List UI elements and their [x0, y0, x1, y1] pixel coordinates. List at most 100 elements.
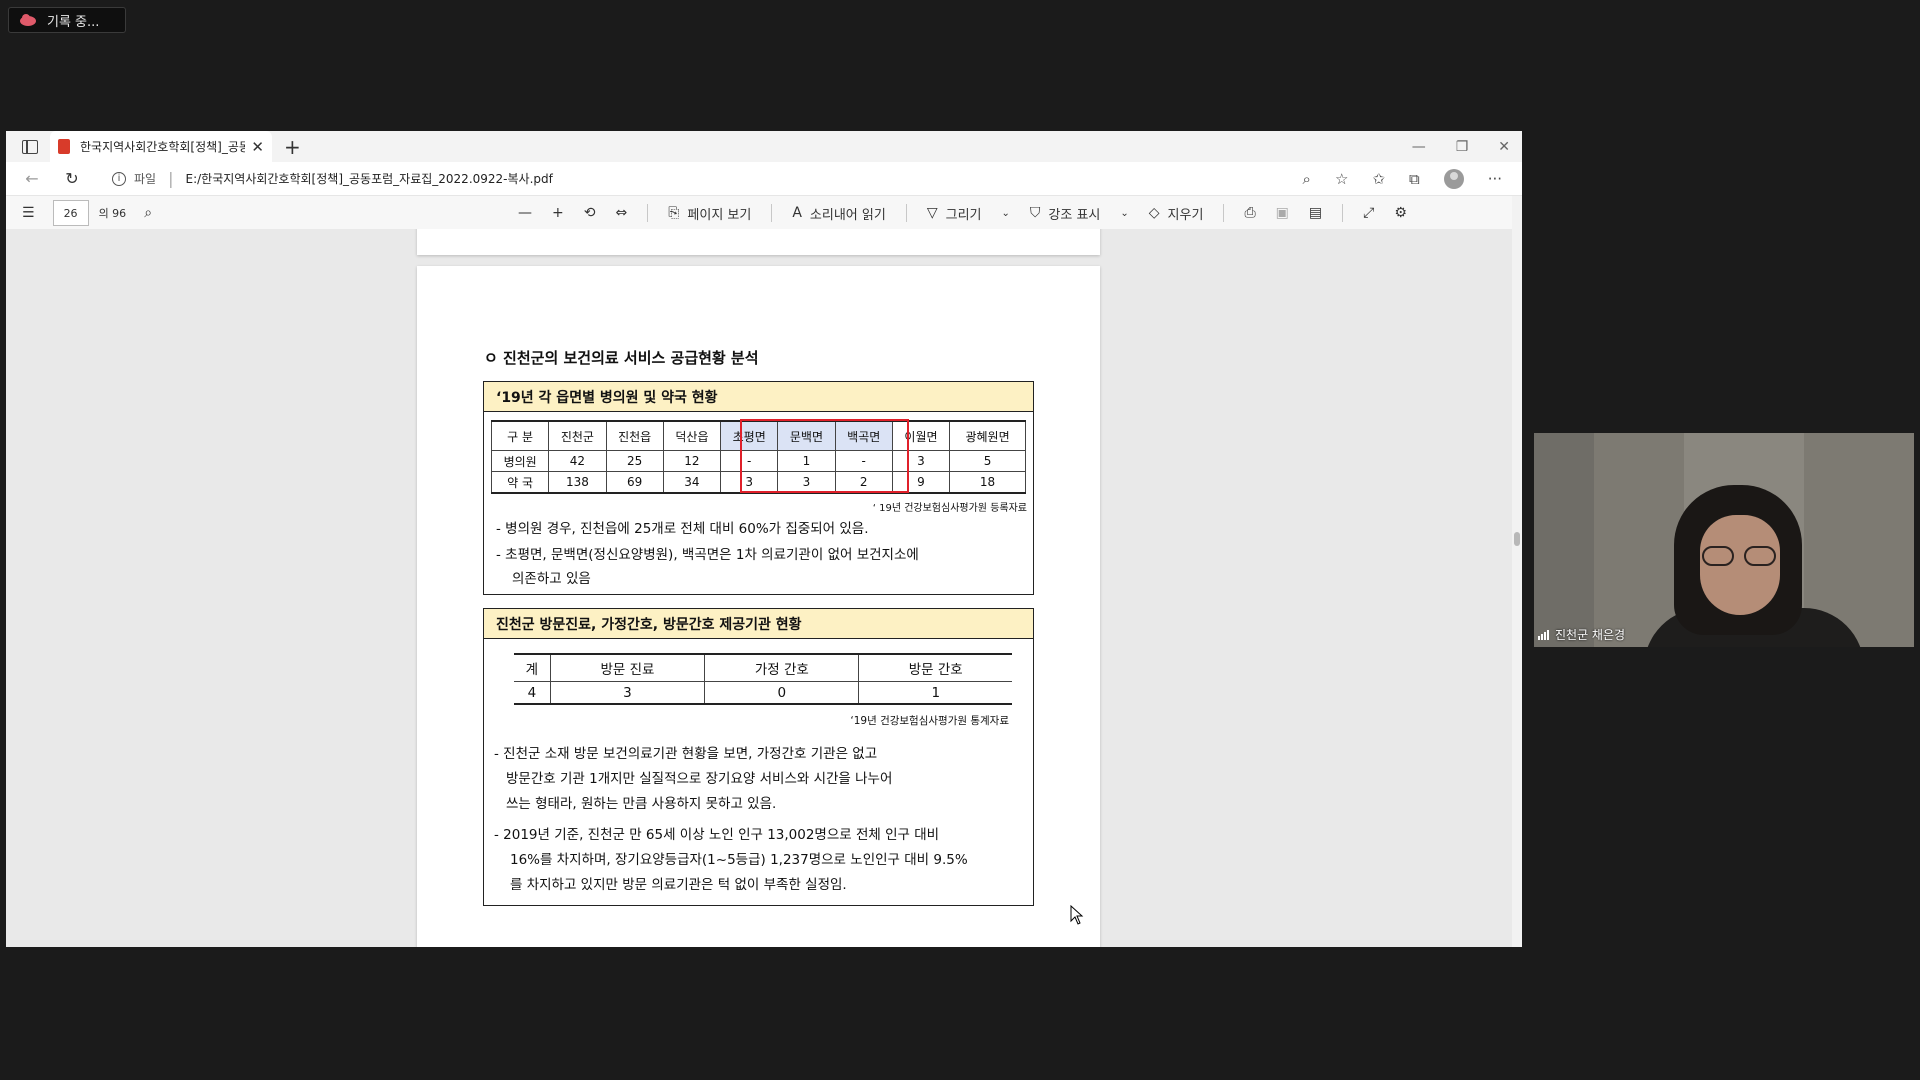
read-aloud-icon: A — [792, 205, 802, 221]
table-cell: 34 — [662, 471, 722, 494]
paragraph-line: 를 차지하고 있지만 방문 의료기관은 턱 없이 부족한 실정임. — [510, 877, 847, 893]
table-cell: 5 — [949, 450, 1026, 472]
draw-icon: ▽ — [926, 205, 938, 221]
highlight-button[interactable]: ⛉ 강조 표시 ⌄ — [1030, 204, 1129, 223]
table-header: 가정 간호 — [704, 653, 860, 682]
more-icon[interactable]: ··· — [1488, 170, 1502, 188]
table-header: 구 분 — [490, 420, 550, 451]
recording-indicator[interactable]: 기록 중... — [8, 7, 126, 33]
address-bar: ← ↻ i 파일 | E:/한국지역사회간호학회[정책]_공동포럼_자료집_20… — [6, 162, 1522, 196]
chevron-down-icon[interactable]: ⌄ — [1002, 208, 1010, 219]
participant-video[interactable]: 진천군 채은경 — [1534, 433, 1914, 647]
highlight-icon: ⛉ — [1029, 205, 1041, 221]
new-tab-icon[interactable]: + — [284, 137, 301, 157]
close-tab-icon[interactable]: ✕ — [251, 138, 264, 156]
browser-window: 한국지역사회간호학회[정책]_공동 ✕ + — ❐ ✕ ← ↻ i 파일 | E… — [6, 131, 1522, 947]
zoom-in-button[interactable]: + — [552, 205, 564, 221]
pdf-tools: — + ⟲ ⇔ ⎘ 페이지 보기 A 소리내어 읽기 ▽ 그리기 ⌄ ⛉ 강조 표시 ⌄ ◇… — [518, 196, 1427, 230]
table-cell: 69 — [605, 471, 664, 494]
pdf-viewer[interactable]: ㅇ 진천군의 보건의료 서비스 공급현황 분석 ‘19년 각 읍면별 병의원 및… — [6, 229, 1512, 947]
print-icon: ⎙ — [1244, 205, 1256, 221]
table-header: 문백면 — [777, 420, 836, 451]
vertical-tabs-icon[interactable] — [22, 139, 38, 154]
erase-button[interactable]: ◇ 지우기 — [1149, 204, 1204, 223]
table-cell: 약 국 — [490, 471, 550, 494]
profile-avatar[interactable] — [1443, 168, 1464, 189]
paragraph-line: - 진천군 소재 방문 보건의료기관 현황을 보면, 가정간호 기관은 없고 — [494, 746, 878, 762]
vertical-scrollbar[interactable] — [1512, 196, 1522, 947]
table-row: 병의원 42 25 12 - 1 - 3 5 — [490, 450, 1026, 472]
table-cell: 3 — [891, 450, 951, 472]
page-number-input[interactable]: 26 — [52, 200, 89, 226]
table-cell: - — [834, 450, 893, 472]
table-header: 이월면 — [891, 420, 951, 451]
chevron-down-icon[interactable]: ⌄ — [1120, 208, 1128, 219]
back-icon[interactable]: ← — [24, 169, 40, 188]
fullscreen-button[interactable]: ⤢ — [1363, 205, 1374, 221]
visit-care-table-box: 진천군 방문진료, 가정간호, 방문간호 제공기관 현황 계 방문 진료 가정 … — [483, 608, 1034, 906]
close-window-icon[interactable]: ✕ — [1498, 139, 1510, 155]
collections-icon[interactable]: ⧉ — [1409, 170, 1420, 188]
save-icon: ▣ — [1275, 205, 1289, 221]
table-cell: 138 — [548, 471, 607, 494]
reload-icon[interactable]: ↻ — [64, 169, 80, 188]
previous-page — [417, 229, 1100, 255]
settings-button[interactable]: ⚙ — [1394, 205, 1407, 221]
url-field[interactable]: E:/한국지역사회간호학회[정책]_공동포럼_자료집_2022.0922-복사.… — [185, 170, 552, 187]
highlight-label: 강조 표시 — [1048, 207, 1101, 223]
table-cell: - — [720, 450, 779, 472]
table-cell: 18 — [949, 471, 1026, 494]
print-button[interactable]: ⎙ — [1244, 205, 1255, 221]
table-cell: 42 — [548, 450, 607, 472]
page-view-button[interactable]: ⎘ 페이지 보기 — [668, 204, 751, 223]
table2-title: 진천군 방문진료, 가정간호, 방문간호 제공기관 현황 — [484, 609, 1033, 639]
read-aloud-label: 소리내어 읽기 — [809, 207, 886, 223]
read-aloud-button[interactable]: A 소리내어 읽기 — [792, 204, 885, 223]
participant-name: 진천군 채은경 — [1555, 628, 1626, 642]
table-cell: 25 — [605, 450, 664, 472]
address-actions: ⌕ ☆ ✩ ⧉ ··· — [1303, 162, 1502, 195]
window-controls: — ❐ ✕ — [1412, 131, 1510, 162]
recording-label: 기록 중... — [47, 14, 100, 30]
favorites-icon[interactable]: ✩ — [1372, 170, 1385, 188]
contents-icon[interactable]: ☰ — [22, 205, 35, 221]
save-as-icon: ▤ — [1308, 205, 1323, 221]
pdf-toolbar: ☰ 26 의 96 ⌕ — + ⟲ ⇔ ⎘ 페이지 보기 A 소리내어 읽기 ▽ 그리… — [6, 196, 1522, 231]
draw-label: 그리기 — [945, 207, 982, 223]
table-header: 진천읍 — [605, 420, 664, 451]
search-icon[interactable]: ⌕ — [144, 205, 152, 221]
table-cell: 1 — [858, 681, 1012, 705]
table-header: 계 — [514, 653, 551, 682]
restore-icon[interactable]: ❐ — [1456, 139, 1469, 155]
table-cell: 3 — [549, 681, 706, 705]
paragraph-line: 쓰는 형태라, 원하는 만큼 사용하지 못하고 있음. — [506, 796, 777, 812]
pdf-page: ㅇ 진천군의 보건의료 서비스 공급현황 분석 ‘19년 각 읍면별 병의원 및… — [417, 266, 1100, 947]
table-cell: 9 — [891, 471, 951, 494]
page-view-label: 페이지 보기 — [687, 207, 752, 223]
add-favorite-icon[interactable]: ☆ — [1335, 170, 1348, 188]
scrollbar-thumb[interactable] — [1514, 532, 1520, 546]
page-total: 의 96 — [98, 207, 127, 220]
toolbar-divider — [905, 204, 907, 222]
save-as-button[interactable]: ▤ — [1309, 205, 1322, 221]
rotate-button[interactable]: ⟲ — [584, 205, 596, 221]
zoom-icon[interactable]: ⌕ — [1303, 170, 1311, 188]
page-view-icon: ⎘ — [668, 205, 680, 221]
table1-source: ‘ 19년 건강보험심사평가원 등록자료 — [872, 503, 1027, 514]
draw-button[interactable]: ▽ 그리기 ⌄ — [927, 204, 1010, 223]
bullet-text: 의존하고 있음 — [512, 571, 591, 587]
minimize-icon[interactable]: — — [1412, 139, 1426, 155]
clinic-pharmacy-table: 구 분 진천군 진천읍 덕산읍 초평면 문백면 백곡면 이월면 광혜원면 병의원… — [490, 420, 1026, 494]
circle-bullet-icon: ㅇ — [484, 349, 498, 367]
table-header: 초평면 — [720, 420, 779, 451]
eraser-icon: ◇ — [1148, 205, 1160, 221]
tab-pdf[interactable]: 한국지역사회간호학회[정책]_공동 ✕ — [50, 131, 272, 162]
save-button[interactable]: ▣ — [1276, 205, 1289, 221]
tab-bar: 한국지역사회간호학회[정책]_공동 ✕ + — ❐ ✕ — [6, 131, 1522, 162]
gear-icon: ⚙ — [1394, 205, 1407, 221]
fit-button[interactable]: ⇔ — [615, 205, 627, 221]
zoom-out-button[interactable]: — — [518, 205, 532, 221]
mouse-cursor-icon — [1070, 905, 1084, 925]
table-row: 4 3 0 1 — [514, 681, 1012, 705]
info-icon[interactable]: i — [112, 171, 126, 186]
